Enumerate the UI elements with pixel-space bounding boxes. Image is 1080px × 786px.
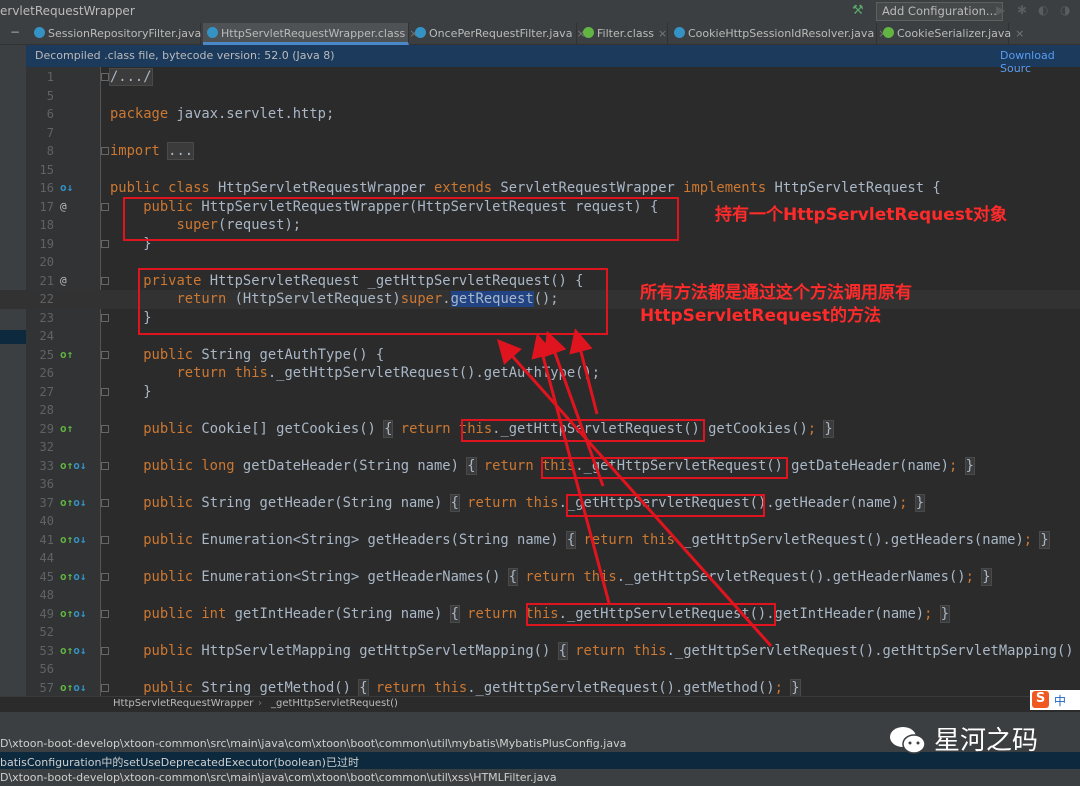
annotation-arrows	[497, 328, 773, 647]
message-row[interactable]: D\xtoon-boot-develop\xtoon-common\src\ma…	[0, 769, 1080, 786]
arrow	[569, 328, 599, 415]
breadcrumb-separator: ›	[258, 698, 262, 709]
sogou-logo-icon: S	[1032, 691, 1049, 708]
breadcrumb-class[interactable]: HttpServletRequestWrapper	[113, 698, 253, 709]
ime-indicator[interactable]: S中	[1030, 690, 1080, 710]
watermark-text: 星河之码	[934, 726, 1039, 756]
ime-mode: 中	[1054, 694, 1067, 708]
breadcrumb-method[interactable]: _getHttpServletRequest()	[271, 698, 398, 709]
wechat-icon	[890, 727, 926, 754]
arrow	[497, 339, 773, 647]
breadcrumb: HttpServletRequestWrapper › _getHttpServ…	[0, 696, 1080, 712]
watermark: 星河之码	[888, 720, 1038, 757]
